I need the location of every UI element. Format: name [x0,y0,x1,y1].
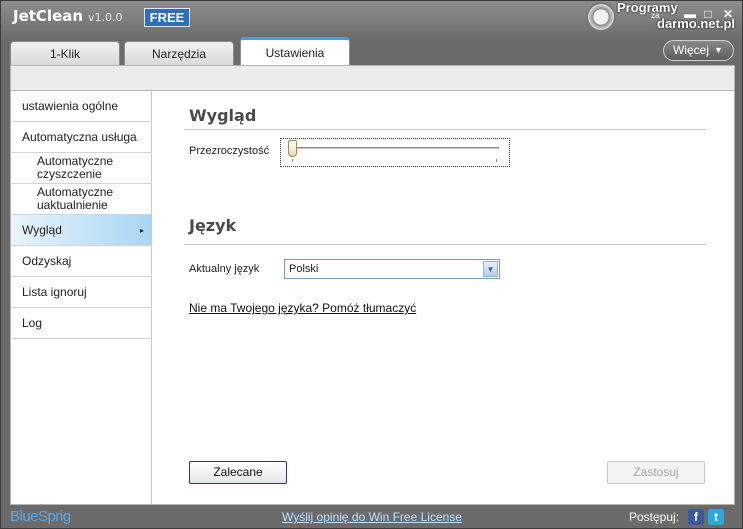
watermark-line1: Programy [617,0,678,15]
recommended-button[interactable]: Zalecane [189,461,287,484]
language-section-title: Język [189,216,237,235]
free-badge: FREE [144,8,190,27]
settings-main: Wygląd Przezroczystość Język Aktualny ję… [184,91,706,504]
more-button-label: Więcej [673,43,710,57]
current-language-label: Aktualny język [189,263,260,275]
close-button[interactable]: ✕ [721,7,735,21]
apply-button[interactable]: Zastosuj [607,461,705,484]
arrow-right-icon: ▸ [139,226,144,235]
minimize-button[interactable]: ▬ [683,7,697,21]
sidebar-item-general[interactable]: ustawienia ogólne [11,91,152,122]
app-version: v1.0.0 [88,11,123,24]
appearance-section-title: Wygląd [189,106,257,125]
watermark-logo-icon [586,2,616,32]
slider-tick [292,159,293,162]
follow-label: Postępuj: [629,510,680,524]
app-window: JetClean v1.0.0 FREE Programy za darmo.n… [0,0,743,529]
slider-track [289,147,499,150]
sidebar-item-auto-clean[interactable]: Automatyczne czyszczenie [11,153,152,184]
bluesprig-logo[interactable]: BlueSprig [10,508,71,525]
transparency-label: Przezroczystość [189,145,270,157]
transparency-slider[interactable] [280,138,510,167]
sidebar-item-ignore-list[interactable]: Lista ignoruj [11,277,152,308]
chevron-down-icon: ▼ [714,45,723,55]
footer: BlueSprig Wyślij opinię do Win Free Lice… [1,505,742,529]
sidebar-item-log[interactable]: Log [11,308,152,339]
sidebar-item-appearance[interactable]: Wygląd ▸ [11,215,152,246]
toolbar-strip [10,65,735,91]
sidebar-item-label: Wygląd [22,223,62,237]
settings-panel: ustawienia ogólne Automatyczna usługa Au… [10,91,735,505]
tab-ustawienia[interactable]: Ustawienia [240,37,350,66]
translate-help-link[interactable]: Nie ma Twojego języka? Pomóż tłumaczyć [189,301,416,315]
facebook-icon[interactable]: f [688,509,704,525]
title-bar[interactable]: JetClean v1.0.0 FREE Programy za darmo.n… [1,0,742,35]
more-button[interactable]: Więcej ▼ [663,40,734,61]
appearance-divider [184,129,706,130]
tab-narzedzia[interactable]: Narzędzia [124,41,234,66]
slider-thumb[interactable] [288,140,297,157]
sidebar-item-recover[interactable]: Odzyskaj [11,246,152,277]
slider-tick [496,159,497,162]
maximize-button[interactable]: □ [701,7,715,21]
language-select[interactable]: Polski ▼ [284,259,500,279]
sidebar-item-auto-update[interactable]: Automatyczne uaktualnienie [11,184,152,215]
tab-1-klik[interactable]: 1-Klik [10,41,120,66]
language-divider [184,244,706,245]
chevron-down-icon[interactable]: ▼ [483,261,498,277]
app-name: JetClean [13,7,84,25]
settings-sidebar: ustawienia ogólne Automatyczna usługa Au… [11,91,152,504]
language-select-value: Polski [289,263,319,275]
feedback-link[interactable]: Wyślij opinię do Win Free License [282,510,462,524]
sidebar-item-auto-service[interactable]: Automatyczna usługa [11,122,152,153]
twitter-icon[interactable]: t [708,509,724,525]
